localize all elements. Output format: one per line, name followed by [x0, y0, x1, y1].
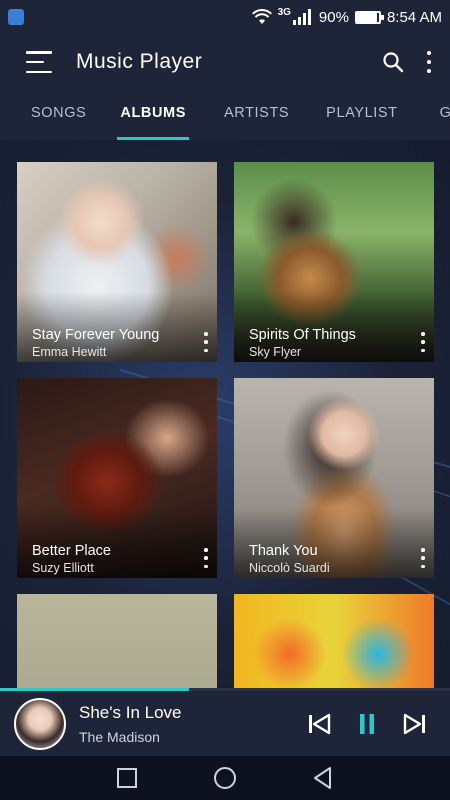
album-card[interactable]: Better Place Suzy Elliott — [17, 378, 217, 578]
tab-playlist[interactable]: PLAYLIST — [326, 90, 397, 140]
album-card[interactable]: Stay Forever Young Emma Hewitt — [17, 162, 217, 362]
album-card[interactable]: Thank You Niccolò Suardi — [234, 378, 434, 578]
clock: 8:54 AM — [386, 8, 442, 26]
album-card[interactable] — [17, 594, 217, 688]
album-title: Spirits Of Things — [249, 327, 356, 343]
album-card[interactable] — [234, 594, 434, 688]
battery-icon — [354, 10, 384, 24]
album-more-icon[interactable] — [201, 332, 211, 352]
notification-app-icon — [8, 9, 24, 25]
tab-artists[interactable]: ARTISTS — [224, 90, 289, 140]
album-artist: Suzy Elliott — [32, 561, 94, 575]
album-artist: Sky Flyer — [249, 345, 302, 359]
now-playing-title: She's In Love — [79, 702, 182, 722]
signal-icon — [292, 9, 311, 25]
network-type: 3G — [277, 6, 291, 18]
previous-icon[interactable] — [306, 711, 332, 737]
back-icon[interactable] — [310, 765, 336, 791]
album-grid: Stay Forever Young Emma Hewitt Spirits O… — [0, 140, 450, 688]
tab-genres[interactable]: GEN — [440, 90, 450, 140]
menu-icon[interactable] — [26, 51, 54, 73]
more-options-icon[interactable] — [426, 51, 432, 73]
next-icon[interactable] — [402, 711, 428, 737]
home-icon[interactable] — [212, 765, 238, 791]
pause-icon[interactable] — [354, 711, 380, 737]
app-title: Music Player — [76, 50, 203, 73]
album-title: Thank You — [249, 543, 318, 559]
now-playing-cover — [14, 697, 66, 750]
status-indicators: 3G 90% 8:54 AM — [251, 6, 442, 26]
tab-songs[interactable]: SONGS — [31, 90, 86, 140]
wifi-icon — [251, 9, 272, 24]
tab-albums[interactable]: ALBUMS — [117, 90, 189, 140]
app-toolbar: Music Player — [0, 34, 450, 90]
album-more-icon[interactable] — [418, 548, 428, 568]
album-title: Stay Forever Young — [32, 327, 160, 343]
status-bar: 3G 90% 8:54 AM — [0, 0, 450, 34]
album-artist: Niccolò Suardi — [249, 561, 330, 575]
recents-icon[interactable] — [114, 765, 140, 791]
search-icon[interactable] — [382, 51, 404, 73]
album-more-icon[interactable] — [418, 332, 428, 352]
album-more-icon[interactable] — [201, 548, 211, 568]
album-title: Better Place — [32, 543, 111, 559]
now-playing-artist: The Madison — [79, 728, 160, 745]
category-tabs: SONGS ALBUMS ARTISTS PLAYLIST GEN — [0, 90, 450, 140]
album-cover — [234, 594, 434, 688]
battery-percent: 90% — [318, 8, 349, 26]
system-nav-bar — [0, 756, 450, 800]
album-cover — [17, 594, 217, 688]
album-artist: Emma Hewitt — [32, 345, 107, 359]
album-card[interactable]: Spirits Of Things Sky Flyer — [234, 162, 434, 362]
mini-player[interactable]: She's In Love The Madison — [0, 691, 450, 756]
